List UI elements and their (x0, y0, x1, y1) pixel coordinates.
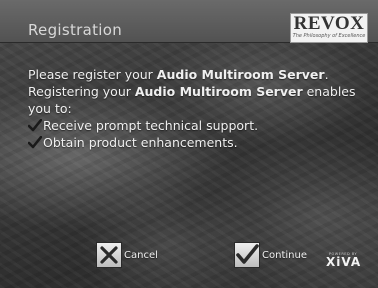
check-icon (28, 136, 42, 149)
message-line-2: Registering your Audio Multiroom Server … (28, 84, 356, 99)
cancel-button[interactable]: Cancel (96, 242, 158, 268)
page-title: Registration (28, 21, 123, 39)
continue-label: Continue (262, 249, 307, 261)
benefit-item: Receive prompt technical support. (28, 117, 358, 134)
logo-tagline: The Philosophy of Excellence (292, 33, 366, 39)
benefit-text: Receive prompt technical support. (43, 118, 259, 133)
checkmark-icon (234, 242, 260, 268)
revox-logo: REVOX The Philosophy of Excellence (290, 13, 368, 43)
benefit-item: Obtain product enhancements. (28, 134, 358, 151)
benefit-text: Obtain product enhancements. (43, 135, 238, 150)
header-bar: Registration REVOX The Philosophy of Exc… (0, 0, 378, 43)
x-icon (96, 242, 122, 268)
registration-message: Please register your Audio Multiroom Ser… (28, 66, 358, 151)
logo-text: REVOX (293, 13, 365, 34)
cancel-label: Cancel (124, 249, 158, 261)
check-icon (28, 119, 42, 132)
xiva-logo: POWERED BY XiVA (326, 252, 360, 268)
product-name: Audio Multiroom Server (134, 84, 303, 99)
message-line-1: Please register your Audio Multiroom Ser… (28, 67, 329, 82)
continue-button[interactable]: Continue (234, 242, 307, 268)
message-line-3: you to: (28, 101, 72, 116)
product-name: Audio Multiroom Server (156, 67, 325, 82)
xiva-brand: XiVA (326, 255, 362, 269)
